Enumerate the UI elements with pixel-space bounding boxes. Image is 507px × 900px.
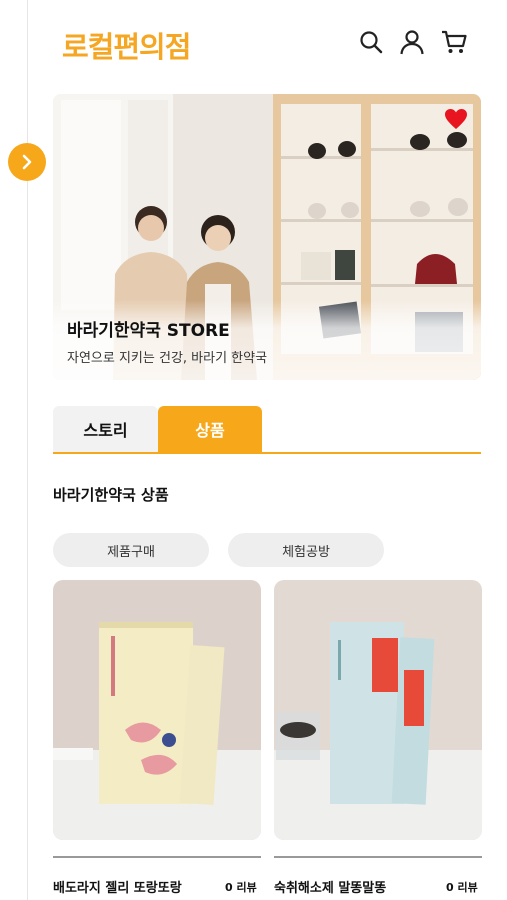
store-tabs: 스토리 상품 — [53, 406, 481, 454]
card-divider-1 — [53, 856, 261, 858]
account-button[interactable] — [396, 26, 428, 58]
product-image-1 — [53, 580, 261, 840]
product-name-1[interactable]: 배도라지 젤리 또랑또랑 — [53, 877, 182, 896]
product-image-2 — [274, 580, 482, 840]
product-reviews-2: 0 리뷰 — [446, 881, 478, 894]
side-rail — [27, 0, 28, 900]
section-title: 바라기한약국 상품 — [53, 486, 169, 504]
product-reviews-1: 0 리뷰 — [225, 881, 257, 894]
product-card-1[interactable] — [53, 580, 261, 840]
chevron-right-icon — [22, 154, 32, 170]
search-button[interactable] — [355, 26, 387, 58]
store-name: 바라기한약국 STORE — [67, 321, 230, 341]
top-header: 로컬편의점 — [52, 16, 482, 70]
side-panel-toggle[interactable] — [8, 143, 46, 181]
tab-products[interactable]: 상품 — [158, 406, 262, 452]
store-tagline: 자연으로 지키는 건강, 바라기 한약국 — [67, 351, 268, 366]
search-icon — [360, 31, 383, 54]
filter-chip-purchase[interactable]: 제품구매 — [53, 533, 209, 567]
logo[interactable]: 로컬편의점 — [62, 24, 191, 66]
product-card-2[interactable] — [274, 580, 482, 840]
user-icon — [400, 30, 424, 55]
cart-button[interactable] — [438, 26, 470, 58]
card-divider-2 — [274, 856, 482, 858]
product-name-2[interactable]: 숙취해소제 말똥말똥 — [274, 877, 386, 896]
tab-story[interactable]: 스토리 — [53, 406, 158, 452]
cart-icon — [442, 30, 467, 53]
store-hero-banner[interactable]: 바라기한약국 STORE 자연으로 지키는 건강, 바라기 한약국 — [53, 94, 481, 380]
heart-icon — [445, 109, 467, 129]
filter-chip-workshop[interactable]: 체험공방 — [228, 533, 384, 567]
